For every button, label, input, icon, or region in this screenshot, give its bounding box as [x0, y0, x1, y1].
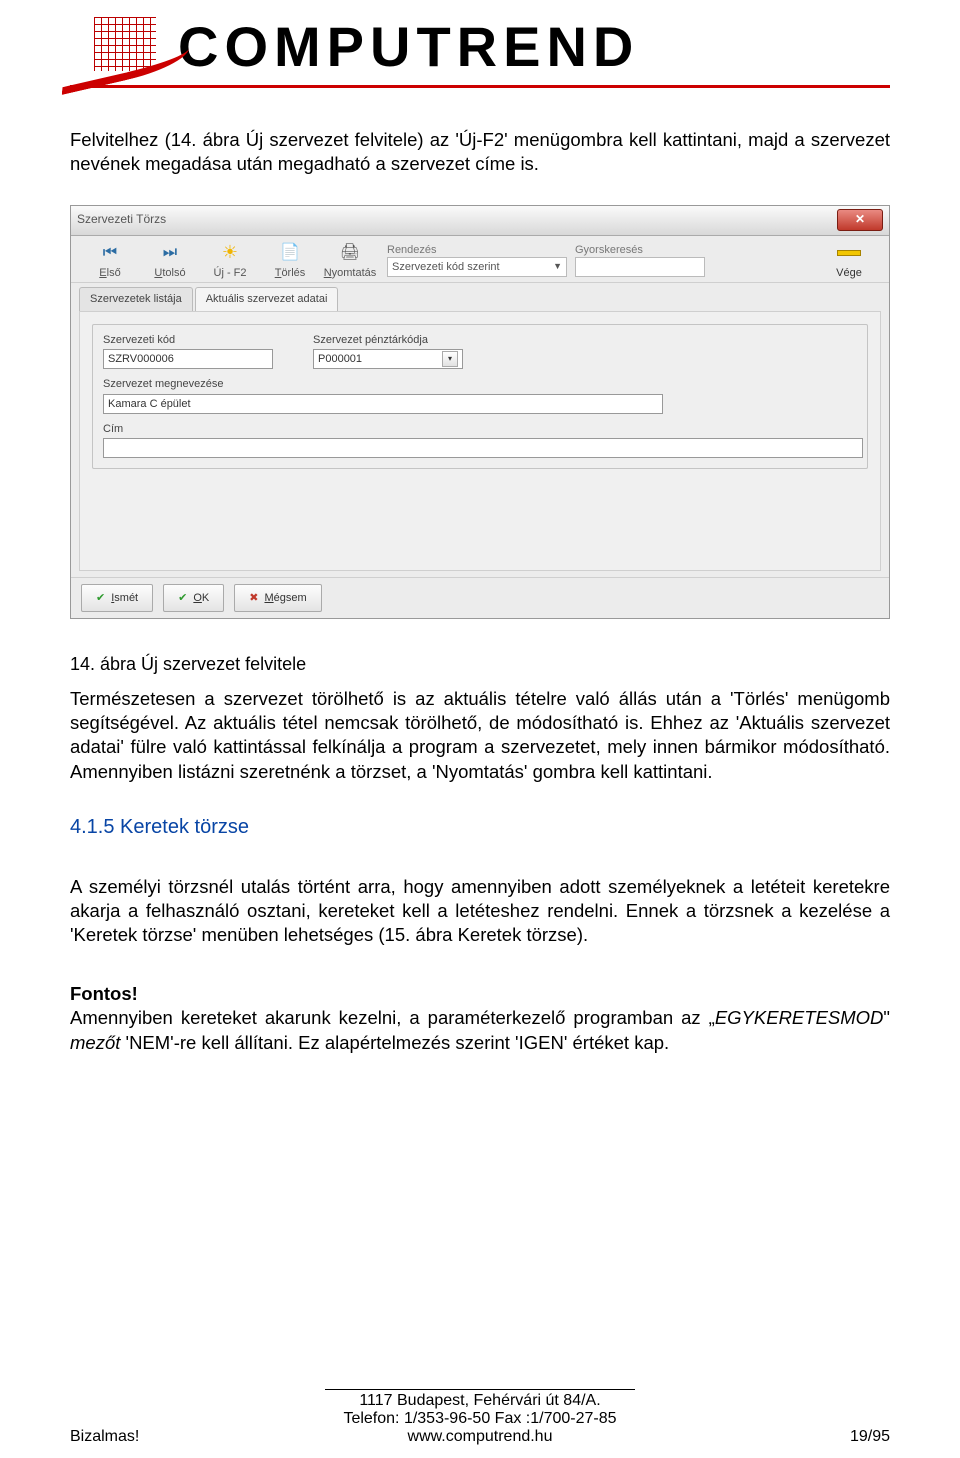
sort-label: Rendezés — [387, 243, 567, 258]
check-icon: ✔ — [96, 591, 105, 606]
kod-input[interactable] — [103, 349, 273, 369]
first-icon — [95, 242, 125, 264]
footer-left: Bizalmas! — [70, 1428, 139, 1446]
field-megnevezes: Szervezet megnevezése — [103, 377, 857, 414]
page-footer: 1117 Budapest, Fehérvári út 84/A. Telefo… — [0, 1389, 960, 1446]
tab-current[interactable]: Aktuális szervezet adatai — [195, 287, 339, 311]
fontos-body-a: Amennyiben kereteket akarunk kezelni, a … — [70, 1007, 715, 1028]
footer-tel: Telefon: 1/353-96-50 Fax :1/700-27-85 — [0, 1410, 960, 1428]
document-content: Felvitelhez (14. ábra Új szervezet felvi… — [0, 88, 960, 1055]
paragraph-2: Természetesen a szervezet törölhető is a… — [70, 687, 890, 785]
ismet-button[interactable]: ✔ Ismét — [81, 584, 153, 612]
action-bar: ✔ Ismét ✔ OK ✖ Mégsem — [71, 577, 889, 618]
form-fieldset: Szervezeti kód Szervezet pénztárkódja P0… — [92, 324, 868, 470]
toolbar-first-button[interactable]: Első — [81, 242, 139, 281]
fontos-paragraph: Fontos! Amennyiben kereteket akarunk kez… — [70, 982, 890, 1055]
toolbar-delete-button[interactable]: Törlés — [261, 242, 319, 281]
intro-paragraph: Felvitelhez (14. ábra Új szervezet felvi… — [70, 128, 890, 177]
toolbar: Első Utolsó Új - F2 Törlés Nyomtatás — [71, 236, 889, 284]
footer-address: 1117 Budapest, Fehérvári út 84/A. — [0, 1392, 960, 1410]
footer-divider — [325, 1389, 635, 1390]
chevron-down-icon: ▼ — [553, 261, 562, 273]
last-icon — [155, 242, 185, 264]
penztar-label: Szervezet pénztárkódja — [313, 333, 463, 348]
footer-web: www.computrend.hu — [0, 1428, 960, 1446]
toolbar-print-button[interactable]: Nyomtatás — [321, 242, 379, 281]
sort-field: Rendezés Szervezeti kód szerint ▼ — [387, 243, 567, 281]
window-title: Szervezeti Törzs — [77, 212, 837, 228]
cim-label: Cím — [103, 422, 857, 437]
cim-input[interactable] — [103, 438, 863, 458]
fontos-mezot: mezőt — [70, 1032, 120, 1053]
logo-mark — [70, 17, 160, 77]
window-titlebar: Szervezeti Törzs ✕ — [71, 206, 889, 236]
delete-icon — [275, 242, 305, 264]
fontos-body-b: " — [883, 1007, 890, 1028]
toolbar-new-label: Új - F2 — [201, 266, 259, 281]
cancel-icon: ✖ — [249, 591, 258, 606]
quicksearch-label: Gyorskeresés — [575, 243, 705, 258]
brand-name: COMPUTREND — [178, 14, 639, 79]
fontos-italic: EGYKERETESMOD — [715, 1007, 884, 1028]
print-icon — [335, 242, 365, 264]
toolbar-nav-group: Első Utolsó Új - F2 Törlés Nyomtatás — [81, 242, 379, 281]
field-cim: Cím — [103, 422, 857, 459]
megnev-input[interactable] — [103, 394, 663, 414]
form-area: Szervezeti kód Szervezet pénztárkódja P0… — [79, 311, 881, 571]
window-close-button[interactable]: ✕ — [837, 209, 883, 231]
tabbar: Szervezetek listája Aktuális szervezet a… — [71, 283, 889, 311]
megsem-button[interactable]: ✖ Mégsem — [234, 584, 321, 612]
fontos-label: Fontos! — [70, 983, 138, 1004]
new-icon — [215, 242, 245, 264]
kod-label: Szervezeti kód — [103, 333, 273, 348]
section-heading: 4.1.5 Keretek törzse — [70, 814, 890, 840]
figure-caption: 14. ábra Új szervezet felvitele — [70, 653, 890, 677]
field-szervezeti-kod: Szervezeti kód — [103, 333, 273, 370]
quicksearch-input[interactable] — [575, 257, 705, 277]
sort-select[interactable]: Szervezeti kód szerint ▼ — [387, 257, 567, 277]
toolbar-new-button[interactable]: Új - F2 — [201, 242, 259, 281]
chevron-down-icon: ▾ — [442, 351, 458, 367]
ok-button[interactable]: ✔ OK — [163, 584, 224, 612]
penztar-select[interactable]: P000001 ▾ — [313, 349, 463, 369]
quicksearch-field: Gyorskeresés — [575, 243, 705, 281]
toolbar-last-button[interactable]: Utolsó — [141, 242, 199, 281]
fontos-body-d: 'NEM'-re kell állítani. Ez alapértelmezé… — [120, 1032, 669, 1053]
page-header: COMPUTREND — [0, 0, 960, 83]
toolbar-first-label: lső — [107, 267, 121, 279]
check-icon: ✔ — [178, 591, 187, 606]
footer-right: 19/95 — [850, 1428, 890, 1446]
paragraph-3: A személyi törzsnél utalás történt arra,… — [70, 875, 890, 948]
sort-value: Szervezeti kód szerint — [392, 260, 500, 275]
field-penztarkod: Szervezet pénztárkódja P000001 ▾ — [313, 333, 463, 370]
toolbar-end-button[interactable]: Vége — [819, 242, 879, 281]
megnev-label: Szervezet megnevezése — [103, 377, 857, 392]
app-window: Szervezeti Törzs ✕ Első Utolsó Új - F2 — [70, 205, 890, 619]
end-icon — [835, 242, 863, 264]
tab-list[interactable]: Szervezetek listája — [79, 287, 193, 311]
penztar-value: P000001 — [318, 352, 362, 367]
